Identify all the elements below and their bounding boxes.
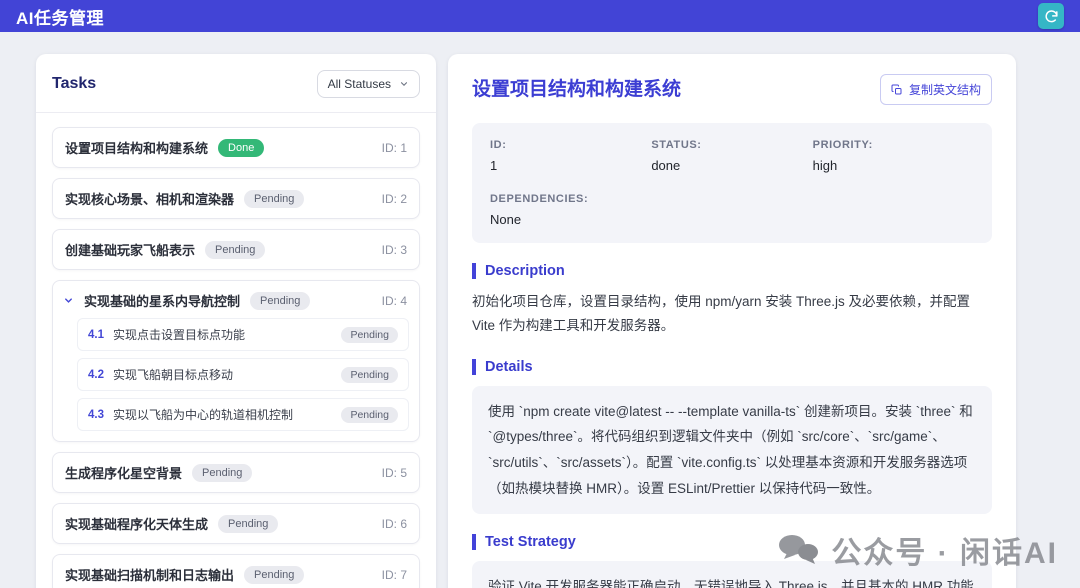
subtask-list: 4.1 实现点击设置目标点功能 Pending 4.2 实现飞船朝目标点移动 P… [53,318,419,433]
meta-priority: PRIORITY: high [813,139,974,173]
chevron-down-icon [63,295,74,306]
meta-status: STATUS: done [651,139,812,173]
description-text: 初始化项目仓库，设置目录结构，使用 npm/yarn 安装 Three.js 及… [472,290,992,339]
task-item-5[interactable]: 生成程序化星空背景 Pending ID: 5 [52,452,420,493]
task-item-4-group: 实现基础的星系内导航控制 Pending ID: 4 4.1 实现点击设置目标点… [52,280,420,442]
task-detail-panel: 设置项目结构和构建系统 复制英文结构 ID: 1 STATUS: done [448,54,1016,588]
main-content: Tasks All Statuses 设置项目结构和构建系统 Done ID: … [0,32,1080,588]
detail-header: 设置项目结构和构建系统 复制英文结构 [472,74,992,105]
meta-id-value: 1 [490,158,651,173]
task-id: ID: 1 [382,141,407,155]
task-id: ID: 3 [382,243,407,257]
task-id: ID: 5 [382,466,407,480]
status-badge: Pending [250,292,310,310]
copy-english-structure-button[interactable]: 复制英文结构 [880,74,992,105]
task-title: 实现基础的星系内导航控制 [84,291,240,310]
meta-dependencies-value: None [490,212,651,227]
status-badge: Pending [244,566,304,584]
chevron-down-icon [399,79,409,89]
meta-dependencies-label: DEPENDENCIES: [490,193,651,205]
status-badge: Pending [244,190,304,208]
meta-dependencies: DEPENDENCIES: None [490,193,651,227]
details-heading: Details [472,359,992,375]
meta-priority-label: PRIORITY: [813,139,974,151]
subtask-number: 4.2 [88,369,104,381]
meta-priority-value: high [813,158,974,173]
task-item-1[interactable]: 设置项目结构和构建系统 Done ID: 1 [52,127,420,168]
subtask-number: 4.1 [88,329,104,341]
subtask-item-4-2[interactable]: 4.2 实现飞船朝目标点移动 Pending [77,358,409,391]
tasks-panel-header: Tasks All Statuses [36,54,436,113]
app-title: AI任务管理 [16,4,104,29]
subtask-title: 实现飞船朝目标点移动 [113,366,233,383]
detail-title: 设置项目结构和构建系统 [472,74,681,101]
meta-id: ID: 1 [490,139,651,173]
tasks-panel: Tasks All Statuses 设置项目结构和构建系统 Done ID: … [36,54,436,588]
subtask-item-4-1[interactable]: 4.1 实现点击设置目标点功能 Pending [77,318,409,351]
subtask-title: 实现以飞船为中心的轨道相机控制 [113,406,293,423]
task-item-7[interactable]: 实现基础扫描机制和日志输出 Pending ID: 7 [52,554,420,588]
refresh-button[interactable] [1038,3,1064,29]
meta-status-value: done [651,158,812,173]
task-title: 设置项目结构和构建系统 [65,138,208,157]
task-id: ID: 7 [382,568,407,582]
test-strategy-heading: Test Strategy [472,534,992,550]
copy-icon [891,84,903,96]
tasks-panel-title: Tasks [52,75,96,93]
status-badge: Pending [218,515,278,533]
status-badge: Pending [192,464,252,482]
task-id: ID: 2 [382,192,407,206]
task-item-4[interactable]: 实现基础的星系内导航控制 Pending ID: 4 [53,281,419,318]
status-filter-dropdown[interactable]: All Statuses [317,70,420,98]
task-meta-box: ID: 1 STATUS: done PRIORITY: high DEPEND… [472,123,992,243]
subtask-number: 4.3 [88,409,104,421]
meta-id-label: ID: [490,139,651,151]
subtask-item-4-3[interactable]: 4.3 实现以飞船为中心的轨道相机控制 Pending [77,398,409,431]
copy-button-label: 复制英文结构 [909,81,981,98]
status-badge: Pending [341,367,398,383]
task-title: 实现基础程序化天体生成 [65,514,208,533]
task-title: 创建基础玩家飞船表示 [65,240,195,259]
task-item-3[interactable]: 创建基础玩家飞船表示 Pending ID: 3 [52,229,420,270]
status-badge: Done [218,139,264,157]
test-strategy-text: 验证 Vite 开发服务器能正确启动，无错误地导入 Three.js，并且基本的… [472,561,992,588]
task-list: 设置项目结构和构建系统 Done ID: 1 实现核心场景、相机和渲染器 Pen… [36,113,436,588]
task-id: ID: 6 [382,517,407,531]
task-id: ID: 4 [382,294,407,308]
task-title: 实现核心场景、相机和渲染器 [65,189,234,208]
details-text: 使用 `npm create vite@latest -- --template… [472,386,992,515]
status-filter-value: All Statuses [328,77,391,91]
status-badge: Pending [205,241,265,259]
status-badge: Pending [341,327,398,343]
task-item-2[interactable]: 实现核心场景、相机和渲染器 Pending ID: 2 [52,178,420,219]
status-badge: Pending [341,407,398,423]
meta-status-label: STATUS: [651,139,812,151]
description-heading: Description [472,263,992,279]
task-title: 实现基础扫描机制和日志输出 [65,565,234,584]
subtask-title: 实现点击设置目标点功能 [113,326,245,343]
task-item-6[interactable]: 实现基础程序化天体生成 Pending ID: 6 [52,503,420,544]
task-title: 生成程序化星空背景 [65,463,182,482]
app-header: AI任务管理 [0,0,1080,32]
refresh-icon [1044,9,1059,24]
